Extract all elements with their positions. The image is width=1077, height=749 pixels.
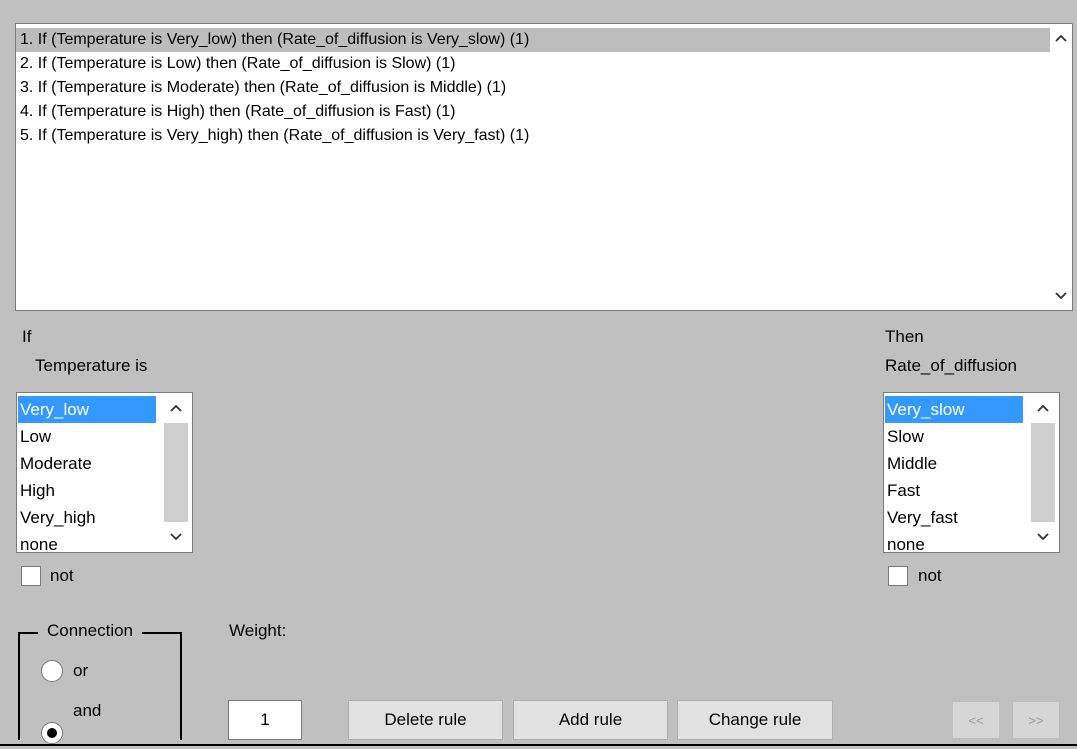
if-option[interactable]: Moderate xyxy=(18,450,156,477)
chevron-down-icon[interactable] xyxy=(1050,286,1072,306)
then-options-listbox[interactable]: Very_slow Slow Middle Fast Very_fast non… xyxy=(883,392,1060,553)
if-listbox-scrollbar[interactable] xyxy=(160,393,192,552)
then-not-label: not xyxy=(918,566,942,585)
if-variable-label: Temperature is xyxy=(35,356,148,375)
if-option[interactable]: High xyxy=(18,477,156,504)
rule-list-scrollbar[interactable] xyxy=(1050,24,1072,310)
scroll-track[interactable] xyxy=(1031,423,1055,522)
weight-input[interactable]: 1 xyxy=(228,700,302,740)
then-not-checkbox[interactable] xyxy=(888,566,908,586)
or-radio[interactable] xyxy=(41,660,63,682)
then-option[interactable]: Fast xyxy=(885,477,1023,504)
weight-label: Weight: xyxy=(229,621,287,640)
rule-list-item[interactable]: 5. If (Temperature is Very_high) then (R… xyxy=(16,124,1050,148)
change-rule-button[interactable]: Change rule xyxy=(677,700,833,740)
chevron-down-icon[interactable] xyxy=(1027,524,1059,550)
delete-rule-button[interactable]: Delete rule xyxy=(348,700,503,740)
if-label: If xyxy=(22,327,32,346)
then-option[interactable]: Middle xyxy=(885,450,1023,477)
or-label: or xyxy=(73,661,89,680)
next-button[interactable]: >> xyxy=(1012,701,1060,739)
rule-list-item[interactable]: 4. If (Temperature is High) then (Rate_o… xyxy=(16,100,1050,124)
chevron-up-icon[interactable] xyxy=(1050,28,1072,48)
bottom-divider xyxy=(0,744,1077,746)
rule-list-item[interactable]: 3. If (Temperature is Moderate) then (Ra… xyxy=(16,76,1050,100)
and-radio[interactable] xyxy=(41,722,63,744)
if-option[interactable]: none xyxy=(18,531,156,552)
then-option[interactable]: Very_fast xyxy=(885,504,1023,531)
if-option[interactable]: Low xyxy=(18,423,156,450)
rule-list-item[interactable]: 2. If (Temperature is Low) then (Rate_of… xyxy=(16,52,1050,76)
prev-button[interactable]: << xyxy=(952,701,1000,739)
chevron-up-icon[interactable] xyxy=(1027,395,1059,421)
connection-legend: Connection xyxy=(38,621,143,641)
then-label: Then xyxy=(885,327,924,346)
chevron-up-icon[interactable] xyxy=(160,395,192,421)
if-option[interactable]: Very_high xyxy=(18,504,156,531)
then-option[interactable]: Slow xyxy=(885,423,1023,450)
then-option[interactable]: Very_slow xyxy=(885,396,1023,423)
if-not-label: not xyxy=(50,566,74,585)
then-option[interactable]: none xyxy=(885,531,1023,552)
then-listbox-scrollbar[interactable] xyxy=(1027,393,1059,552)
connection-group xyxy=(18,632,182,740)
add-rule-button[interactable]: Add rule xyxy=(513,700,668,740)
then-variable-label: Rate_of_diffusion xyxy=(885,356,1018,375)
rule-list-item[interactable]: 1. If (Temperature is Very_low) then (Ra… xyxy=(16,28,1050,52)
rule-list[interactable]: 1. If (Temperature is Very_low) then (Ra… xyxy=(15,23,1073,311)
scroll-track[interactable] xyxy=(164,423,188,522)
if-options-listbox[interactable]: Very_low Low Moderate High Very_high non… xyxy=(16,392,193,553)
if-not-checkbox[interactable] xyxy=(21,566,41,586)
if-option[interactable]: Very_low xyxy=(18,396,156,423)
chevron-down-icon[interactable] xyxy=(160,524,192,550)
and-label: and xyxy=(73,701,102,720)
